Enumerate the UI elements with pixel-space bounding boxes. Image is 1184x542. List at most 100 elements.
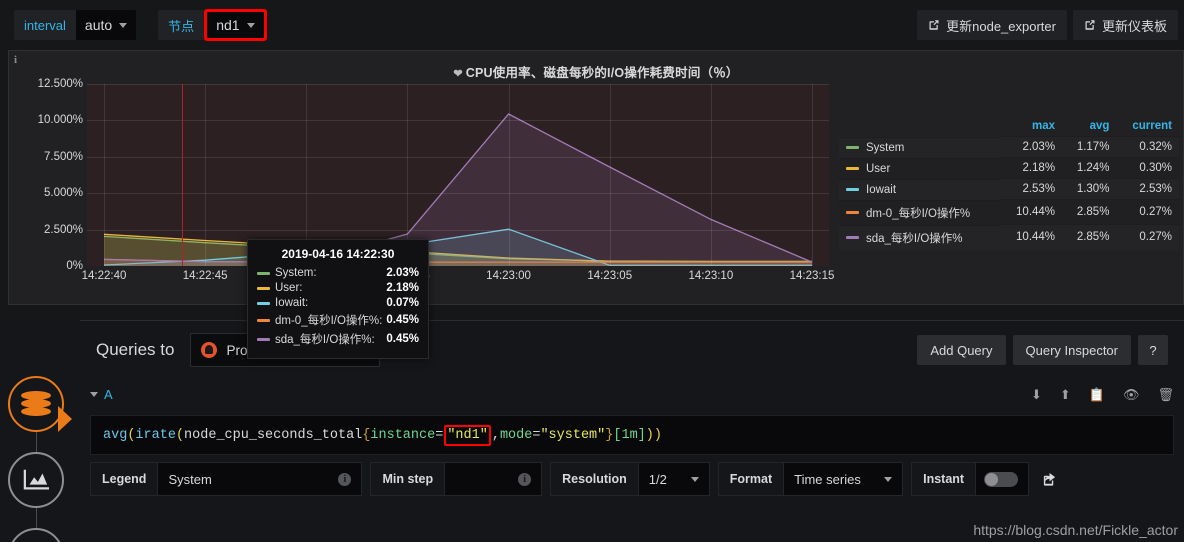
gridline-horizontal — [87, 84, 829, 85]
sidebar-item-datasource[interactable] — [8, 376, 64, 432]
sidebar-item-visualization[interactable] — [8, 452, 64, 508]
update-node-exporter-label: 更新node_exporter — [946, 18, 1056, 34]
update-node-exporter-button[interactable]: 更新node_exporter — [917, 10, 1067, 40]
database-icon — [21, 391, 51, 417]
legend-row[interactable]: sda_每秒I/O操作% 10.44% 2.85% 0.27% — [839, 224, 1179, 250]
legend-row[interactable]: User 2.18% 1.24% 0.30% — [839, 157, 1179, 179]
expr-range: [1m] — [613, 427, 646, 443]
legend-series-name[interactable]: sda_每秒I/O操作% — [839, 224, 1001, 250]
legend-color-swatch — [846, 236, 859, 239]
legend-format-input[interactable]: System i — [157, 462, 363, 496]
y-axis-tick: 5.000% — [43, 187, 83, 200]
expr-label-mode: mode — [499, 427, 533, 443]
legend-header-avg[interactable]: avg — [1062, 118, 1116, 137]
node-dropdown[interactable]: nd1 — [207, 12, 264, 38]
legend-series-name[interactable]: dm-0_每秒I/O操作% — [839, 199, 1001, 225]
legend-row[interactable]: dm-0_每秒I/O操作% 10.44% 2.85% 0.27% — [839, 199, 1179, 225]
legend-color-swatch — [846, 188, 859, 191]
legend-table: max avg current System 2.03% 1.17% 0.32% Use… — [839, 118, 1179, 250]
gridline-horizontal — [87, 229, 829, 231]
x-axis: 14:22:4014:22:4514:22:5014:22:5514:23:00… — [82, 266, 835, 288]
eye-icon[interactable]: 👁 — [1123, 388, 1140, 401]
expr-fn-avg: avg — [103, 427, 128, 443]
query-inspector-button[interactable]: Query Inspector — [1012, 335, 1131, 365]
interval-dropdown[interactable]: auto — [75, 10, 137, 40]
trash-icon[interactable]: 🗑 — [1157, 388, 1174, 401]
prometheus-icon — [201, 342, 218, 358]
duplicate-icon[interactable]: 📋 — [1089, 388, 1105, 401]
active-tab-arrow — [58, 406, 72, 432]
legend-row[interactable]: Iowait 2.53% 1.30% 2.53% — [839, 178, 1179, 200]
legend-series-name[interactable]: User — [839, 157, 1001, 179]
instant-toggle[interactable] — [975, 462, 1030, 496]
chevron-down-icon — [884, 476, 893, 482]
legend-row[interactable]: System 2.03% 1.17% 0.32% — [839, 136, 1179, 158]
graph-panel: i ❤ CPU使用率、磁盘每秒的I/O操作耗费时间（％） 0% 2.500% 5.00… — [8, 50, 1184, 359]
variable-toolbar: interval auto 节点 nd1 更新node_exporter 更新仪… — [0, 0, 1184, 50]
variable-node[interactable]: 节点 nd1 — [158, 9, 267, 41]
graph-icon — [23, 469, 49, 490]
heart-icon: ❤ — [453, 68, 463, 80]
chevron-down-icon[interactable] — [90, 391, 98, 397]
tooltip-series-value: 0.45% — [386, 333, 419, 345]
legend-max: 2.03% — [1000, 136, 1063, 158]
min-step-input[interactable]: i — [444, 462, 543, 496]
legend-header-current[interactable]: current — [1116, 118, 1179, 137]
add-query-button[interactable]: Add Query — [917, 335, 1006, 365]
tooltip-series-value: 2.18% — [386, 282, 419, 294]
variable-interval[interactable]: interval auto — [14, 10, 137, 40]
tooltip-color-swatch — [257, 271, 270, 275]
sidebar-item-general-settings[interactable] — [8, 528, 64, 542]
help-button[interactable]: ? — [1138, 335, 1168, 365]
topbar-actions: 更新node_exporter 更新仪表板 — [917, 10, 1178, 40]
legend-series-label: User — [866, 162, 891, 175]
graph-tooltip: 2019-04-16 14:22:30 System: 2.03% User: 2.1… — [247, 239, 429, 359]
legend-series-label: System — [866, 141, 905, 154]
chevron-down-icon — [690, 476, 699, 482]
share-query-button[interactable] — [1029, 462, 1069, 496]
tooltip-row: System: 2.03% — [257, 267, 419, 279]
legend-series-label: sda_每秒I/O操作% — [866, 232, 963, 245]
legend-series-label: Iowait — [866, 183, 897, 196]
gridline-horizontal — [87, 193, 829, 195]
update-dashboard-button[interactable]: 更新仪表板 — [1072, 10, 1178, 40]
instant-option-label: Instant — [911, 462, 976, 496]
y-axis: 0% 2.500% 5.000% 7.500% 10.000% 12.500% — [9, 78, 87, 272]
tooltip-series-value: 0.45% — [386, 314, 419, 326]
resolution-value: 1/2 — [648, 471, 667, 487]
legend-current: 0.32% — [1116, 136, 1179, 158]
format-select[interactable]: Time series — [783, 462, 904, 496]
min-step-option-label: Min step — [370, 462, 445, 496]
tooltip-row: User: 2.18% — [257, 282, 419, 294]
legend-series-name[interactable]: Iowait — [839, 178, 1001, 200]
legend-header-name — [839, 118, 1000, 137]
expr-metric: node_cpu_seconds_total — [184, 427, 363, 443]
tooltip-color-swatch — [257, 337, 270, 341]
info-icon[interactable]: i — [518, 472, 532, 486]
legend-series-label: dm-0_每秒I/O操作% — [866, 207, 971, 220]
query-expression-field[interactable]: avg(irate(node_cpu_seconds_total{instanc… — [90, 415, 1174, 455]
move-down-icon[interactable]: ⬇ — [1031, 388, 1042, 401]
legend-max: 2.18% — [1000, 157, 1063, 179]
legend-body: System 2.03% 1.17% 0.32% User 2.18% 1.24% 0.30%… — [839, 136, 1179, 250]
legend-series-name[interactable]: System — [839, 136, 1001, 158]
query-row-header: A ⬇ ⬆ 📋 👁 🗑 — [80, 379, 1184, 409]
info-icon[interactable]: i — [338, 472, 352, 486]
move-up-icon[interactable]: ⬆ — [1060, 388, 1071, 401]
resolution-select[interactable]: 1/2 — [637, 462, 710, 496]
panel-title-text: CPU使用率、磁盘每秒的I/O操作耗费时间（％） — [465, 66, 739, 80]
queries-to-label: Queries to — [96, 340, 175, 359]
external-link-icon — [929, 20, 939, 30]
query-row-actions: ⬇ ⬆ 📋 👁 🗑 — [1031, 388, 1174, 401]
plot-area[interactable] — [87, 84, 829, 266]
legend-header-row: max avg current — [839, 118, 1179, 137]
info-icon[interactable]: i — [14, 54, 17, 66]
legend-avg: 2.85% — [1062, 224, 1117, 250]
expr-value-instance: "nd1" — [444, 424, 491, 446]
expr-label-instance: instance — [370, 427, 436, 443]
legend-header-max[interactable]: max — [1000, 118, 1062, 137]
y-axis-tick: 12.500% — [37, 78, 83, 90]
query-editor: Queries to Prometheus Add Query Query In… — [80, 320, 1184, 542]
gridline-vertical — [205, 84, 207, 266]
query-letter[interactable]: A — [104, 387, 113, 402]
